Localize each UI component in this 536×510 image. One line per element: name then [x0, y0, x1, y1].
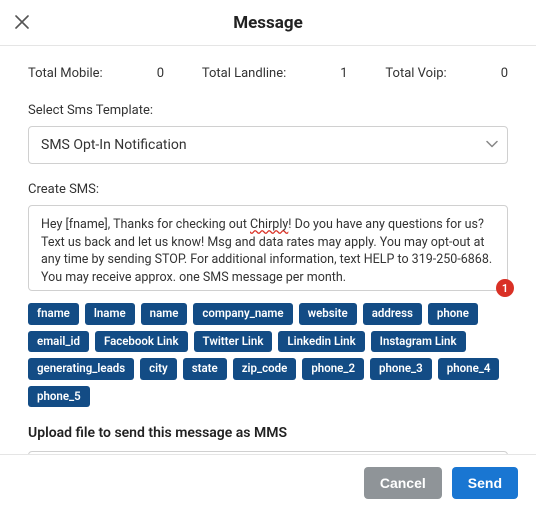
- spellcheck-word: Chirply: [250, 217, 288, 232]
- merge-tag[interactable]: phone_5: [28, 386, 90, 408]
- merge-tag[interactable]: Linkedin Link: [278, 331, 364, 353]
- template-label: Select Sms Template:: [28, 103, 508, 118]
- merge-tag[interactable]: Twitter Link: [194, 331, 273, 353]
- merge-tag[interactable]: state: [183, 358, 227, 380]
- template-select-wrap: SMS Opt-In Notification: [28, 126, 508, 164]
- totals-row: Total Mobile: 0 Total Landline: 1 Total …: [28, 66, 508, 81]
- template-select[interactable]: SMS Opt-In Notification: [28, 126, 508, 164]
- close-button[interactable]: [8, 8, 36, 36]
- total-mobile: Total Mobile: 0: [28, 66, 164, 81]
- merge-tag-row: fname lname namecompany_name website address…: [28, 303, 508, 407]
- cancel-button[interactable]: Cancel: [364, 467, 442, 499]
- sms-textarea-wrap: Hey [fname], Thanks for checking out Chi…: [28, 205, 508, 291]
- merge-tag[interactable]: fname: [28, 303, 79, 325]
- merge-tag[interactable]: generating_leads: [28, 358, 134, 380]
- modal-header: Message: [0, 0, 536, 46]
- merge-tag[interactable]: Facebook Link: [95, 331, 188, 353]
- merge-tag[interactable]: phone_3: [370, 358, 432, 380]
- merge-tag[interactable]: phone_4: [438, 358, 500, 380]
- merge-tag[interactable]: company_name: [193, 303, 292, 325]
- modal-title: Message: [0, 13, 536, 33]
- total-mobile-value: 0: [157, 66, 164, 81]
- merge-tag[interactable]: Instagram Link: [371, 331, 466, 353]
- message-modal: Message Total Mobile: 0 Total Landline: …: [0, 0, 536, 510]
- total-landline-value: 1: [340, 66, 347, 81]
- merge-tag[interactable]: lname: [85, 303, 135, 325]
- total-voip: Total Voip: 0: [385, 66, 508, 81]
- merge-tag[interactable]: zip_code: [233, 358, 297, 380]
- merge-tag[interactable]: email_id: [28, 331, 89, 353]
- merge-tag[interactable]: phone: [428, 303, 478, 325]
- merge-tag[interactable]: city: [140, 358, 177, 380]
- total-mobile-label: Total Mobile:: [28, 66, 103, 81]
- merge-tag[interactable]: website: [299, 303, 357, 325]
- upload-label: Upload file to send this message as MMS: [28, 425, 508, 441]
- sms-textarea[interactable]: Hey [fname], Thanks for checking out Chi…: [28, 205, 508, 291]
- merge-tag[interactable]: phone_2: [302, 358, 364, 380]
- send-button[interactable]: Send: [452, 467, 518, 499]
- total-landline-label: Total Landline:: [202, 66, 286, 81]
- modal-footer: Cancel Send: [0, 454, 536, 510]
- create-sms-label: Create SMS:: [28, 182, 508, 197]
- template-selected-value: SMS Opt-In Notification: [41, 137, 187, 153]
- total-voip-value: 0: [501, 66, 508, 81]
- char-count-badge: 1: [496, 279, 514, 297]
- total-landline: Total Landline: 1: [202, 66, 348, 81]
- merge-tag[interactable]: name: [141, 303, 188, 325]
- merge-tag[interactable]: address: [363, 303, 422, 325]
- total-voip-label: Total Voip:: [385, 66, 446, 81]
- modal-body: Total Mobile: 0 Total Landline: 1 Total …: [0, 46, 536, 454]
- close-icon: [15, 15, 29, 29]
